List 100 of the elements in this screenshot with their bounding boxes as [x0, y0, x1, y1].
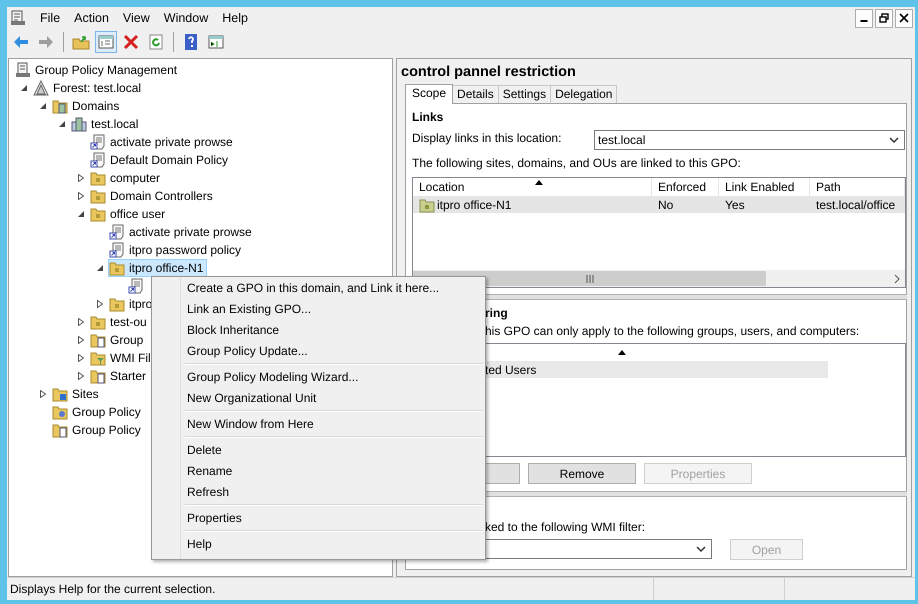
tree-item[interactable]: activate private prowse	[108, 223, 256, 241]
minimize-button[interactable]	[855, 8, 873, 28]
scroll-icon	[90, 134, 106, 150]
menu-item[interactable]: Create a GPO in this domain, and Link it here...	[154, 278, 483, 299]
collapse-arrow-icon[interactable]	[20, 84, 28, 92]
expand-arrow-icon[interactable]	[77, 192, 85, 200]
collapse-arrow-icon[interactable]	[77, 210, 85, 218]
sort-arrow-icon	[618, 350, 626, 355]
expand-arrow-icon[interactable]	[39, 390, 47, 398]
table-cell: itpro office-N1	[413, 196, 652, 213]
folder-icon	[419, 196, 435, 212]
table-cell-text: No	[657, 196, 674, 213]
location-dropdown[interactable]: test.local	[594, 130, 905, 150]
menu-item[interactable]: Refresh	[154, 482, 483, 503]
tree-item[interactable]: test-ou	[89, 313, 151, 331]
document-folder-icon	[90, 368, 106, 384]
document-folder-icon	[90, 332, 106, 348]
console-icon	[15, 62, 31, 78]
folder-icon	[90, 206, 106, 222]
tree-item[interactable]: Group Policy	[51, 403, 145, 421]
collapse-arrow-icon[interactable]	[96, 264, 104, 272]
chevron-down-icon	[696, 546, 706, 552]
tree-item[interactable]: Group Policy	[51, 421, 145, 439]
restore-button[interactable]	[875, 8, 893, 28]
menu-item[interactable]: File	[34, 9, 68, 27]
tree-item[interactable]: computer	[89, 169, 164, 187]
menu-item[interactable]: Rename	[154, 461, 483, 482]
menu-item[interactable]: Help	[154, 534, 483, 555]
tree-item[interactable]: Sites	[51, 385, 103, 403]
chevron-right-icon[interactable]	[894, 274, 900, 284]
close-button[interactable]	[895, 8, 913, 28]
menu-item[interactable]: Group Policy Modeling Wizard...	[154, 367, 483, 388]
menu-item[interactable]: Window	[158, 9, 216, 27]
triangle-icon	[33, 80, 49, 96]
tree-item[interactable]: WMI Fil	[89, 349, 155, 367]
menu-item[interactable]: Link an Existing GPO...	[154, 299, 483, 320]
chevron-down-icon	[889, 137, 899, 143]
tab[interactable]: Scope	[405, 84, 454, 104]
menu-item[interactable]: Action	[68, 9, 117, 27]
scroll-icon	[109, 242, 125, 258]
button[interactable]: Remove	[528, 463, 636, 484]
scroll-icon	[90, 152, 106, 168]
description-text: ked to the following WMI filter:	[485, 520, 646, 536]
collapse-arrow-icon[interactable]	[58, 120, 66, 128]
wmi-filter-dropdown[interactable]	[485, 539, 712, 559]
field-label: Display links in this location:	[412, 130, 562, 147]
tree-item[interactable]: Group	[89, 331, 148, 349]
table-cell-text: Yes	[724, 196, 746, 213]
panel-icon[interactable]	[95, 31, 117, 53]
menu-item[interactable]: New Window from Here	[154, 414, 483, 435]
gpo-title: control pannel restriction	[400, 63, 577, 82]
filter-folder-icon	[90, 350, 106, 366]
tree-item[interactable]: Domain Controllers	[89, 187, 217, 205]
menu-item[interactable]: Block Inheritance	[154, 320, 483, 341]
folder-icon	[109, 260, 125, 276]
tree-item[interactable]: Starter	[89, 367, 150, 385]
menu-item[interactable]: Delete	[154, 440, 483, 461]
tree-item[interactable]: itpro password policy	[108, 241, 246, 259]
section-heading: Links	[412, 110, 444, 126]
tab[interactable]: Settings	[498, 85, 552, 103]
expand-arrow-icon[interactable]	[77, 372, 85, 380]
collapse-arrow-icon[interactable]	[39, 102, 47, 110]
expand-arrow-icon[interactable]	[96, 300, 104, 308]
menu-item[interactable]: New Organizational Unit	[154, 388, 483, 409]
section-heading: ring	[485, 306, 509, 322]
tab[interactable]: Delegation	[550, 85, 618, 103]
expand-arrow-icon[interactable]	[77, 318, 85, 326]
menu-item[interactable]: Help	[216, 9, 256, 27]
tree-item[interactable]: activate private prowse	[89, 133, 237, 151]
scroll-icon	[109, 224, 125, 240]
restore-icon	[879, 13, 889, 23]
grip-icon	[584, 274, 594, 282]
scroll-icon	[128, 278, 144, 294]
tree-item[interactable]: itpro	[108, 295, 156, 313]
console-icon[interactable]	[10, 10, 26, 26]
tree-item[interactable]: Default Domain Policy	[89, 151, 232, 169]
minimize-icon	[860, 20, 868, 22]
description-text: The following sites, domains, and OUs are linked to this GPO:	[412, 156, 742, 172]
tree-item[interactable]: office user	[89, 205, 170, 223]
folder-icon	[90, 170, 106, 186]
tree-item[interactable]: Forest: test.local	[32, 79, 146, 97]
building-folder-icon	[52, 98, 68, 114]
status-text: Displays Help for the current selection.	[10, 582, 216, 596]
tree-item[interactable]: test.local	[70, 115, 142, 133]
expand-arrow-icon[interactable]	[77, 354, 85, 362]
description-text: his GPO can only apply to the following groups, users, and computers:	[485, 324, 860, 340]
tree-item[interactable]: Group Policy Management	[14, 61, 182, 79]
close-icon	[899, 13, 909, 23]
document-folder-icon	[52, 422, 68, 438]
building-icon	[71, 116, 87, 132]
expand-arrow-icon[interactable]	[77, 174, 85, 182]
menu-item[interactable]: Properties	[154, 508, 483, 529]
folder-icon	[109, 296, 125, 312]
expand-arrow-icon[interactable]	[77, 336, 85, 344]
folder-icon	[90, 188, 106, 204]
menu-item[interactable]: View	[116, 9, 158, 27]
menu-item[interactable]: Group Policy Update...	[154, 341, 483, 362]
tree-item[interactable]: Domains	[51, 97, 124, 115]
tree-item[interactable]: itpro office-N1	[108, 259, 208, 277]
table-cell: ted Users	[485, 361, 828, 378]
